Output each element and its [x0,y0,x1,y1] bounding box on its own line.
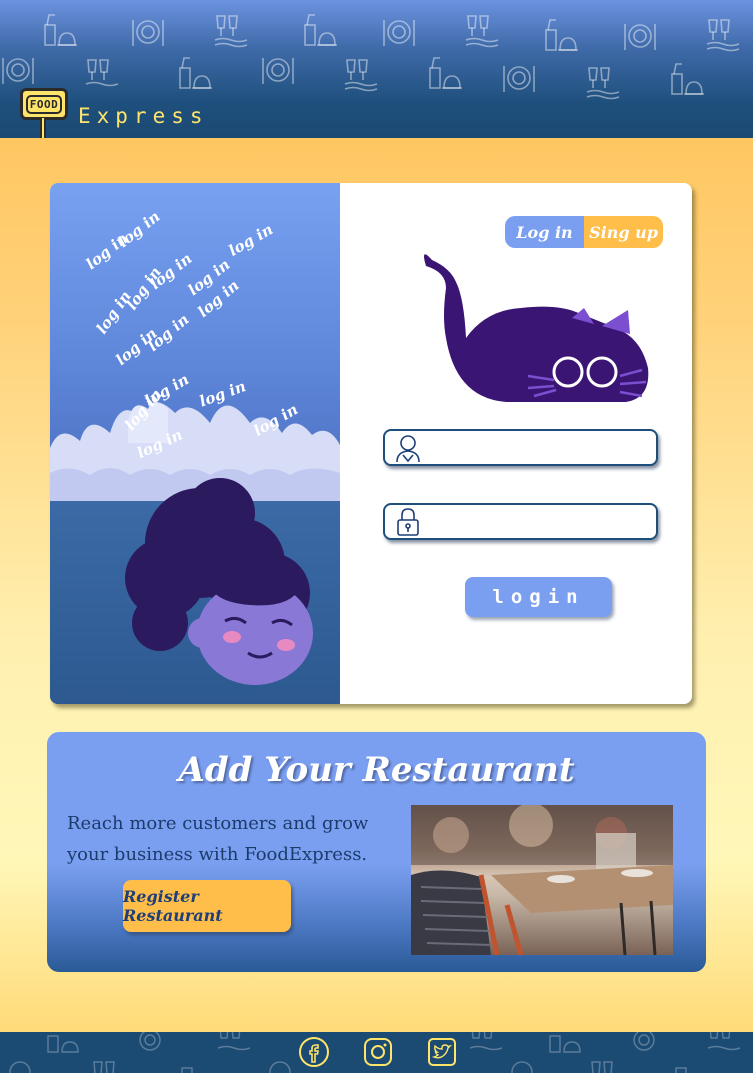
password-field[interactable] [383,503,658,540]
tab-login[interactable]: Log in [505,216,584,248]
username-input[interactable] [429,435,653,462]
restaurant-photo-image [411,805,673,955]
twitter-icon[interactable] [426,1036,458,1068]
password-input[interactable] [429,509,653,536]
restaurant-photo [411,805,673,955]
logo-sign-text: FOOD [25,94,63,114]
tab-signup[interactable]: Sing up [584,216,663,248]
user-icon [396,435,420,463]
girl-illustration [125,478,313,685]
add-restaurant-section: Add Your Restaurant Reach more customers… [47,732,706,972]
register-restaurant-button[interactable]: Register Restaurant [123,880,291,932]
login-illustration: log in log in log in log in log in log i… [50,183,340,704]
username-field[interactable] [383,429,658,466]
auth-tabs: Log in Sing up [505,216,663,248]
section-title: Add Your Restaurant [178,750,575,790]
login-card: log in log in log in log in log in log i… [50,183,692,704]
instagram-icon[interactable] [362,1036,394,1068]
logo-post [40,118,46,138]
logo-sign[interactable]: FOOD [20,88,68,120]
login-button[interactable]: login [465,577,612,617]
facebook-icon[interactable] [298,1036,330,1068]
site-footer [0,1032,753,1073]
site-header: FOOD Express [0,0,753,138]
brand-name: Express [78,104,209,128]
lock-icon [397,508,419,536]
section-description: Reach more customers and grow your busin… [67,813,369,865]
cat-illustration [424,254,649,402]
